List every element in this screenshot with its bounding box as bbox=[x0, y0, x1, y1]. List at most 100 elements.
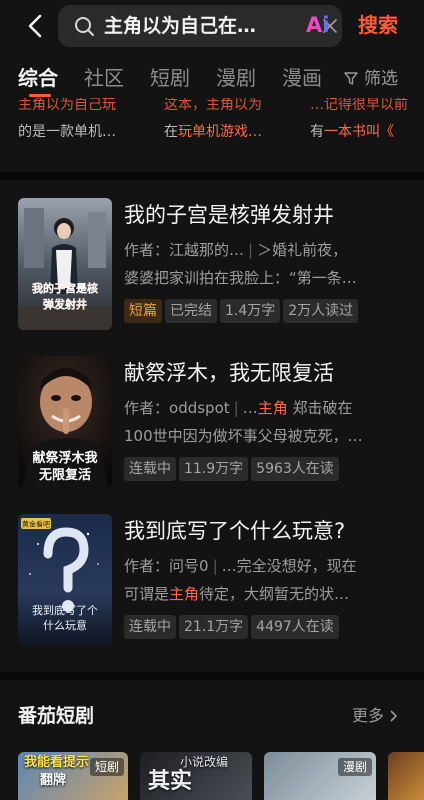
ai-label-i: i bbox=[322, 13, 330, 37]
author-name: 江越那的… bbox=[169, 241, 245, 259]
prev-result-line1: 这本，主角以为 bbox=[164, 98, 262, 113]
prev-result-line2: 有一本书叫《 bbox=[310, 119, 424, 146]
tab-community[interactable]: 社区 bbox=[84, 63, 124, 93]
prev-result-text: 在 bbox=[164, 124, 178, 140]
drama-card-subtext: 翻牌 bbox=[40, 773, 67, 788]
author-label: 作者： bbox=[124, 399, 170, 417]
book-cover[interactable]: 黄金看吧 我到底写了个 什么玩意 bbox=[18, 514, 112, 646]
book-desc-line: 100世中因为做坏事父母被克死，… bbox=[124, 427, 363, 445]
back-arrow-icon[interactable] bbox=[24, 13, 50, 39]
prev-result-line1: 主角以为自己玩 bbox=[18, 98, 116, 113]
book-title[interactable]: 献祭浮木，我无限复活 bbox=[124, 358, 408, 388]
active-tab-indicator bbox=[29, 94, 51, 97]
tag-word-count: 21.1万字 bbox=[179, 615, 249, 639]
book-cover-art: 黄金看吧 我到底写了个 什么玩意 bbox=[18, 514, 112, 646]
prev-result-line2: 在玩单机游戏… bbox=[164, 119, 290, 146]
book-title[interactable]: 我到底写了个什么玩意? bbox=[124, 516, 408, 546]
prev-result-text: 有 bbox=[310, 124, 324, 140]
prev-result-highlight: 玩单机游戏… bbox=[178, 124, 262, 140]
book-tags: 连载中 11.9万字 5963人在读 bbox=[124, 457, 342, 483]
search-query-text[interactable]: 主角以为自己在玩单机游戏 bbox=[104, 14, 264, 38]
drama-card-tag: 漫剧 bbox=[337, 758, 372, 776]
search-icon bbox=[75, 17, 94, 36]
filter-button[interactable]: 筛选 bbox=[344, 66, 398, 92]
book-tags: 短篇 已完结 1.4万字 2万人读过 bbox=[124, 299, 361, 325]
section-divider bbox=[0, 172, 424, 180]
book-desc-line: 婆婆把家训拍在我脸上：“第一条… bbox=[124, 269, 357, 287]
previous-results-strip: 主角以为自己玩 的是一款单机… 这本，主角以为 在玩单机游戏… …记得很早以前 … bbox=[0, 98, 424, 156]
section-divider bbox=[0, 672, 424, 680]
more-button[interactable]: 更多 bbox=[352, 704, 398, 728]
top-bar: 主角以为自己在玩单机游戏 Ai 搜索 bbox=[0, 0, 424, 52]
drama-card-text: 我能看提示 bbox=[24, 755, 90, 770]
desc-text: 郑击破在 bbox=[292, 399, 353, 417]
author-name: oddspot bbox=[169, 399, 230, 417]
book-description: 作者：江越那的… | ＞婚礼前夜， 婆婆把家训拍在我脸上：“第一条… bbox=[124, 236, 408, 292]
drama-card[interactable]: 漫剧 bbox=[264, 752, 376, 800]
filter-icon bbox=[344, 72, 358, 85]
cover-title-line2: 无限复活 bbox=[38, 467, 91, 483]
chevron-right-icon bbox=[390, 710, 397, 722]
tag-readers: 5963人在读 bbox=[251, 457, 339, 481]
author-separator: | bbox=[233, 399, 239, 417]
prev-result-2[interactable]: 这本，主角以为 在玩单机游戏… bbox=[164, 98, 290, 146]
book-description: 作者：oddspot | …主角 郑击破在 100世中因为做坏事父母被克死，… bbox=[124, 394, 408, 450]
prev-result-3[interactable]: …记得很早以前 有一本书叫《 bbox=[310, 98, 424, 146]
short-drama-header: 番茄短剧 更多 bbox=[0, 692, 424, 740]
book-desc-line: 可谓是主角待定，大纲暂无的状… bbox=[124, 580, 408, 608]
desc-highlight: 主角 bbox=[169, 585, 200, 603]
cover-title-line1: 我的子宫是核 bbox=[32, 281, 98, 295]
tag-status: 已完结 bbox=[165, 299, 217, 323]
book-cover-art: 献祭浮木我 无限复活 bbox=[18, 356, 112, 488]
book-title[interactable]: 我的子宫是核弹发射井 bbox=[124, 200, 408, 230]
tag-status: 连载中 bbox=[124, 615, 176, 639]
book-author-line: 作者：江越那的… | ＞婚礼前夜， bbox=[124, 236, 408, 264]
search-box[interactable]: 主角以为自己在玩单机游戏 bbox=[58, 5, 342, 47]
drama-card[interactable]: 小说改编 其实 bbox=[140, 752, 252, 800]
prev-result-line2: 的是一款单机… bbox=[18, 124, 116, 140]
desc-text: ＞婚礼前夜， bbox=[257, 241, 348, 259]
desc-text: … bbox=[242, 399, 258, 417]
desc-text: …完全没想好，现在 bbox=[221, 557, 357, 575]
author-separator: | bbox=[212, 557, 218, 575]
book-item[interactable]: 献祭浮木我 无限复活 献祭浮木，我无限复活 作者：oddspot | …主角 郑击破… bbox=[0, 356, 424, 506]
ai-label-a: A bbox=[306, 13, 323, 37]
tab-short-drama[interactable]: 短剧 bbox=[150, 63, 190, 93]
prev-result-highlight: 一本书叫《 bbox=[324, 124, 394, 140]
tag-genre[interactable]: 短篇 bbox=[124, 299, 162, 323]
drama-card-tag: 短剧 bbox=[89, 758, 124, 776]
author-separator: | bbox=[248, 241, 254, 259]
book-item[interactable]: 我的子宫是核 弹发射井 我的子宫是核弹发射井 作者：江越那的… | ＞婚礼前夜， 婆… bbox=[0, 198, 424, 348]
book-tags: 连载中 21.1万字 4497人在读 bbox=[124, 615, 342, 641]
book-item[interactable]: 黄金看吧 我到底写了个 什么玩意 我到底写了个什么玩意? 作者：问号0 | …完全没… bbox=[0, 514, 424, 664]
cover-badge: 黄金看吧 bbox=[22, 520, 50, 529]
prev-result-1[interactable]: 主角以为自己玩 的是一款单机… bbox=[18, 98, 144, 146]
book-author-line: 作者：oddspot | …主角 郑击破在 bbox=[124, 394, 408, 422]
book-cover[interactable]: 我的子宫是核 弹发射井 bbox=[18, 198, 112, 330]
author-label: 作者： bbox=[124, 557, 170, 575]
desc-highlight: 主角 bbox=[257, 399, 288, 417]
drama-card-subtext: 其实 bbox=[148, 769, 193, 794]
drama-card[interactable] bbox=[388, 752, 424, 800]
book-cover[interactable]: 献祭浮木我 无限复活 bbox=[18, 356, 112, 488]
desc-text: 待定，大纲暂无的状… bbox=[199, 585, 350, 603]
drama-card[interactable]: 我能看提示 翻牌 短剧 bbox=[18, 752, 128, 800]
cover-title-line1: 献祭浮木我 bbox=[32, 450, 97, 466]
tag-readers: 4497人在读 bbox=[251, 615, 339, 639]
category-tabs: 综合 社区 短剧 漫剧 漫画 筛选 bbox=[0, 58, 424, 98]
tag-word-count: 1.4万字 bbox=[220, 299, 281, 323]
author-name: 问号0 bbox=[169, 557, 209, 575]
book-cover-art: 我的子宫是核 弹发射井 bbox=[18, 198, 112, 330]
filter-label: 筛选 bbox=[364, 69, 398, 89]
tab-comic-drama[interactable]: 漫剧 bbox=[216, 63, 256, 93]
ai-search-button[interactable]: Ai bbox=[306, 12, 329, 38]
search-submit-button[interactable]: 搜索 bbox=[358, 11, 398, 39]
tag-readers: 2万人读过 bbox=[283, 299, 359, 323]
book-description: 作者：问号0 | …完全没想好，现在 可谓是主角待定，大纲暂无的状… bbox=[124, 552, 408, 608]
cover-title-line2: 弹发射井 bbox=[43, 297, 87, 311]
desc-text: 可谓是 bbox=[124, 585, 170, 603]
prev-result-line1: …记得很早以前 bbox=[310, 98, 408, 113]
tab-comics[interactable]: 漫画 bbox=[282, 63, 322, 93]
author-label: 作者： bbox=[124, 241, 170, 259]
tab-all[interactable]: 综合 bbox=[18, 63, 58, 93]
